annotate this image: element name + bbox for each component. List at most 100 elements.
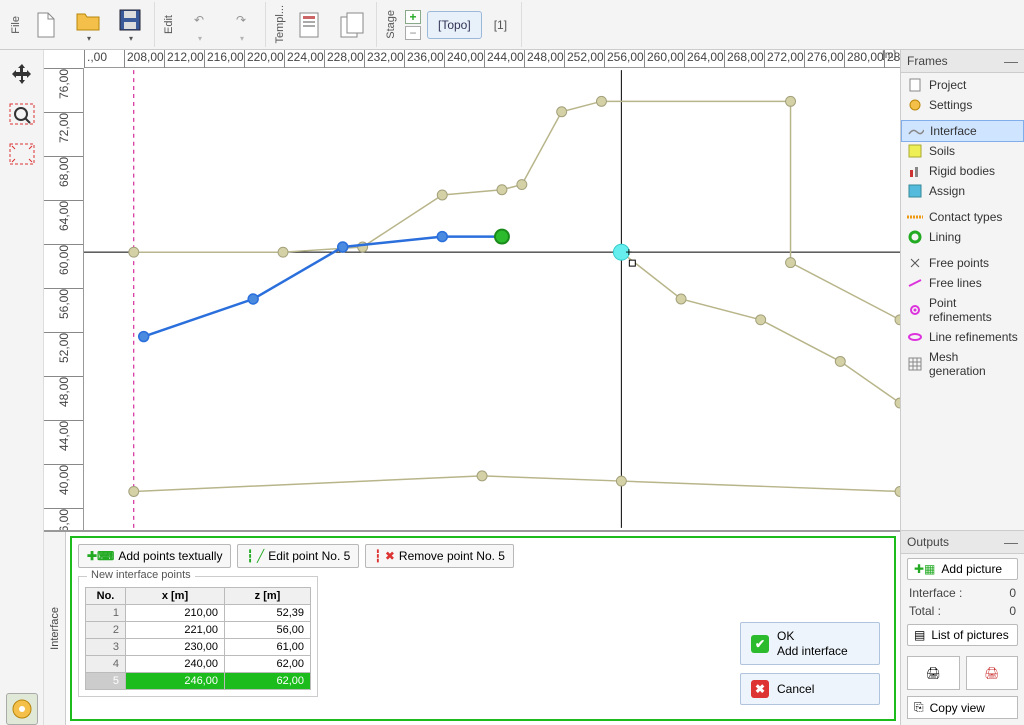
frame-item-lining[interactable]: Lining bbox=[901, 227, 1024, 247]
frame-item-soils[interactable]: Soils bbox=[901, 141, 1024, 161]
stage-label: Stage bbox=[383, 10, 399, 39]
pan-tool[interactable] bbox=[6, 58, 38, 90]
ok-add-interface-button[interactable]: ✔ OKAdd interface bbox=[740, 622, 880, 665]
frame-item-free-lines[interactable]: Free lines bbox=[901, 273, 1024, 293]
ruler-vertical: 76,0072,0068,0064,0060,0056,0052,0048,00… bbox=[44, 68, 84, 530]
print-button-2[interactable]: 🖨 bbox=[966, 656, 1019, 690]
minimize-icon[interactable]: — bbox=[1004, 534, 1018, 550]
folder-open-icon bbox=[74, 6, 102, 34]
ruler-h-tick: 268,00 bbox=[724, 50, 764, 68]
remove-point-button[interactable]: ┇ ✖ Remove point No. 5 bbox=[365, 544, 514, 568]
frames-panel-title: Frames — bbox=[901, 50, 1024, 73]
template1-button[interactable] bbox=[290, 9, 330, 41]
ruler-v-tick: 48,00 bbox=[44, 376, 83, 410]
undo-button[interactable]: ↶▾ bbox=[179, 4, 219, 45]
frame-item-settings[interactable]: Settings bbox=[901, 95, 1024, 115]
col-z: z [m] bbox=[224, 588, 310, 605]
stage-add-button[interactable]: + bbox=[405, 10, 421, 24]
add-points-textually-button[interactable]: ✚⌨ Add points textually bbox=[78, 544, 231, 568]
stage-remove-button[interactable]: − bbox=[405, 26, 421, 40]
out-total-label: Total : bbox=[909, 604, 941, 618]
frame-item-project[interactable]: Project bbox=[901, 75, 1024, 95]
table-row[interactable]: 2221,0056,00 bbox=[86, 622, 311, 639]
new-file-button[interactable] bbox=[26, 9, 66, 41]
table-row[interactable]: 4240,0062,00 bbox=[86, 656, 311, 673]
add-picture-button[interactable]: ✚▦ Add picture bbox=[907, 558, 1018, 580]
ruler-h-tick: 260,00 bbox=[644, 50, 684, 68]
soils-icon bbox=[907, 144, 923, 158]
edit-label: Edit bbox=[161, 15, 177, 34]
edit-icon: ┇ ╱ bbox=[246, 549, 264, 563]
cancel-button[interactable]: ✖ Cancel bbox=[740, 673, 880, 705]
frame-item-label: Project bbox=[929, 78, 966, 92]
ruler-h-tick: 228,00 bbox=[324, 50, 364, 68]
ruler-v-tick: 52,00 bbox=[44, 332, 83, 366]
frame-item-label: Mesh generation bbox=[929, 350, 1018, 378]
ruler-h-tick: 208,00 bbox=[124, 50, 164, 68]
mesh-icon bbox=[907, 357, 923, 371]
ruler-h-tick: 248,00 bbox=[524, 50, 564, 68]
ruler-v-tick: 36,00 bbox=[44, 508, 83, 530]
ruler-h-tick: 256,00 bbox=[604, 50, 644, 68]
topo-button[interactable]: [Topo] bbox=[427, 11, 482, 39]
lining-icon bbox=[907, 230, 923, 244]
out-interface-label: Interface : bbox=[909, 586, 962, 600]
frame-item-rigid-bodies[interactable]: Rigid bodies bbox=[901, 161, 1024, 181]
lnref-icon bbox=[907, 330, 923, 344]
zoom-region-tool[interactable] bbox=[6, 98, 38, 130]
table-row[interactable]: 3230,0061,00 bbox=[86, 639, 311, 656]
templ-label: Templ... bbox=[272, 5, 288, 44]
ruler-h-tick: 216,00 bbox=[204, 50, 244, 68]
contact-icon bbox=[907, 210, 923, 224]
ruler-v-tick: 64,00 bbox=[44, 200, 83, 234]
frame-item-label: Contact types bbox=[929, 210, 1002, 224]
frames-list: Project Settings InterfaceSoilsRigid bodie… bbox=[901, 73, 1024, 389]
ruler-h-tick: 236,00 bbox=[404, 50, 444, 68]
settings-tool[interactable] bbox=[6, 693, 38, 725]
ruler-h-tick: 276,00 bbox=[804, 50, 844, 68]
interface-icon bbox=[908, 124, 924, 138]
list-icon: ▤ bbox=[914, 628, 925, 642]
ruler-h-tick: 224,00 bbox=[284, 50, 324, 68]
freept-icon bbox=[907, 256, 923, 270]
frame-item-assign[interactable]: Assign bbox=[901, 181, 1024, 201]
stage-number-1[interactable]: [1] bbox=[484, 12, 517, 38]
ruler-h-tick: 212,00 bbox=[164, 50, 204, 68]
plot-svg: + bbox=[84, 68, 900, 530]
minimize-icon[interactable]: — bbox=[1004, 53, 1018, 69]
col-x: x [m] bbox=[126, 588, 225, 605]
frame-item-interface[interactable]: Interface bbox=[901, 120, 1024, 142]
table-row[interactable]: 1210,0052,39 bbox=[86, 605, 311, 622]
drawing-canvas[interactable]: [m] .,00208,00212,00216,00220,00224,0022… bbox=[44, 50, 900, 530]
frame-item-contact-types[interactable]: Contact types bbox=[901, 207, 1024, 227]
save-file-button[interactable]: ▾ bbox=[110, 4, 150, 45]
ruler-h-tick: 28 bbox=[884, 50, 900, 68]
table-row[interactable]: 5246,0062,00 bbox=[86, 673, 311, 690]
frame-item-line-refinements[interactable]: Line refinements bbox=[901, 327, 1024, 347]
open-file-button[interactable]: ▾ bbox=[68, 4, 108, 45]
main-toolbar: File ▾ ▾ Edit ↶▾ ↷▾ Templ... Stage + − [… bbox=[0, 0, 1024, 50]
frame-item-label: Line refinements bbox=[929, 330, 1018, 344]
ruler-h-tick: 252,00 bbox=[564, 50, 604, 68]
print-button-1[interactable]: 🖨 bbox=[907, 656, 960, 690]
printer-icon: 🖨 bbox=[926, 666, 941, 680]
frame-item-free-points[interactable]: Free points bbox=[901, 253, 1024, 273]
edit-point-button[interactable]: ┇ ╱ Edit point No. 5 bbox=[237, 544, 359, 568]
out-total-count: 0 bbox=[1009, 604, 1016, 618]
frame-item-mesh-generation[interactable]: Mesh generation bbox=[901, 347, 1024, 381]
points-legend: New interface points bbox=[87, 569, 195, 581]
template-multi-icon bbox=[338, 11, 366, 39]
zoom-extents-tool[interactable] bbox=[6, 138, 38, 170]
svg-text:+: + bbox=[625, 245, 632, 259]
frame-item-point-refinements[interactable]: Point refinements bbox=[901, 293, 1024, 327]
redo-button[interactable]: ↷▾ bbox=[221, 4, 261, 45]
copy-icon: ⎘ bbox=[914, 700, 924, 715]
col-no: No. bbox=[86, 588, 126, 605]
add-picture-icon: ✚▦ bbox=[914, 562, 935, 576]
template2-button[interactable] bbox=[332, 9, 372, 41]
printer-color-icon: 🖨 bbox=[984, 666, 999, 680]
undo-icon: ↶ bbox=[185, 6, 213, 34]
copy-view-button[interactable]: ⎘ Copy view bbox=[907, 696, 1018, 719]
list-pictures-button[interactable]: ▤ List of pictures bbox=[907, 624, 1018, 646]
plus-keyboard-icon: ✚⌨ bbox=[87, 549, 114, 563]
